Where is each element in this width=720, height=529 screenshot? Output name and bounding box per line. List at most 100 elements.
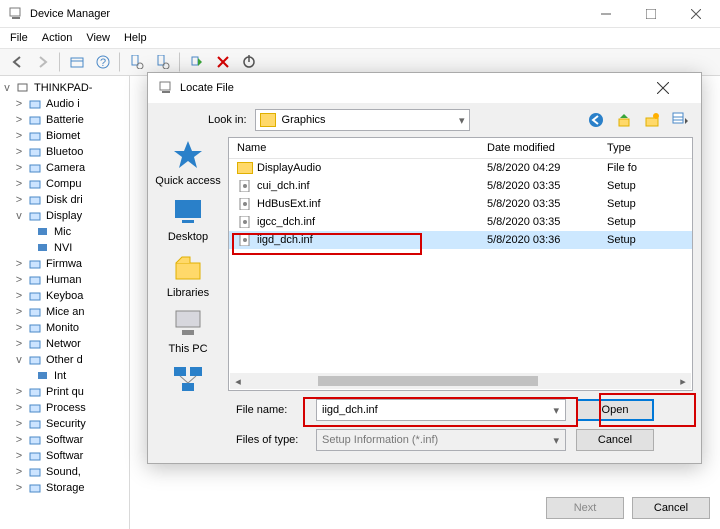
nav-up-icon[interactable] bbox=[615, 111, 633, 129]
tree-item[interactable]: >Softwar bbox=[2, 448, 127, 464]
toolbar-scan-button[interactable] bbox=[125, 50, 149, 74]
tree-item[interactable]: >Networ bbox=[2, 336, 127, 352]
file-row[interactable]: igcc_dch.inf5/8/2020 03:35Setup bbox=[229, 213, 692, 231]
place-libraries[interactable]: Libraries bbox=[167, 249, 209, 299]
menu-bar: File Action View Help bbox=[0, 28, 720, 48]
place-desktop[interactable]: Desktop bbox=[168, 193, 208, 243]
toolbar-update-button[interactable] bbox=[185, 50, 209, 74]
tree-item[interactable]: vOther d bbox=[2, 352, 127, 368]
file-name-field[interactable]: iigd_dch.inf ▾ bbox=[316, 399, 566, 421]
scroll-left-icon[interactable]: ◂ bbox=[230, 373, 246, 389]
file-icon bbox=[237, 180, 253, 192]
look-in-row: Look in: Graphics ▾ bbox=[148, 103, 701, 137]
place-network[interactable]: Network bbox=[168, 361, 208, 391]
desktop-icon bbox=[170, 193, 206, 229]
file-name-label: File name: bbox=[236, 404, 306, 416]
tree-item[interactable]: >Compu bbox=[2, 176, 127, 192]
tree-item[interactable]: >Bluetoo bbox=[2, 144, 127, 160]
scroll-right-icon[interactable]: ▸ bbox=[675, 373, 691, 389]
tree-item[interactable]: >Human bbox=[2, 272, 127, 288]
tree-item[interactable]: NVI bbox=[2, 240, 127, 256]
toolbar-forward-button[interactable] bbox=[31, 50, 55, 74]
toolbar-separator bbox=[179, 52, 181, 72]
menu-action[interactable]: Action bbox=[42, 32, 73, 44]
window-title: Device Manager bbox=[30, 8, 110, 20]
window-close-button[interactable] bbox=[673, 0, 718, 28]
folder-icon bbox=[260, 113, 276, 127]
look-in-dropdown[interactable]: Graphics ▾ bbox=[255, 109, 470, 131]
tree-item[interactable]: >Mice an bbox=[2, 304, 127, 320]
tree-item[interactable]: >Softwar bbox=[2, 432, 127, 448]
place-label: This PC bbox=[168, 343, 207, 355]
file-type-label: Files of type: bbox=[236, 434, 306, 446]
place-label: Desktop bbox=[168, 231, 208, 243]
wizard-button-bar: Next Cancel bbox=[546, 497, 710, 519]
horizontal-scrollbar[interactable]: ◂ ▸ bbox=[230, 373, 691, 389]
toolbar-back-button[interactable] bbox=[5, 50, 29, 74]
file-list[interactable]: DisplayAudio5/8/2020 04:29File focui_dch… bbox=[229, 159, 692, 249]
window-maximize-button[interactable] bbox=[628, 0, 673, 28]
header-name[interactable]: Name bbox=[229, 138, 479, 158]
libraries-icon bbox=[170, 249, 206, 285]
tree-item[interactable]: >Process bbox=[2, 400, 127, 416]
tree-root[interactable]: vTHINKPAD- bbox=[2, 80, 127, 96]
wizard-next-button[interactable]: Next bbox=[546, 497, 624, 519]
menu-help[interactable]: Help bbox=[124, 32, 147, 44]
nav-back-icon[interactable] bbox=[587, 111, 605, 129]
header-type[interactable]: Type bbox=[599, 138, 692, 158]
place-label: Libraries bbox=[167, 287, 209, 299]
dialog-close-button[interactable] bbox=[657, 82, 697, 94]
dialog-icon bbox=[158, 80, 174, 96]
tree-item[interactable]: >Biomet bbox=[2, 128, 127, 144]
toolbar-show-button[interactable] bbox=[65, 50, 89, 74]
quick-access-icon bbox=[170, 137, 206, 173]
place-quick-access[interactable]: Quick access bbox=[155, 137, 220, 187]
nav-views-icon[interactable] bbox=[671, 111, 689, 129]
device-manager-icon bbox=[8, 6, 24, 22]
dialog-titlebar: Locate File bbox=[148, 73, 701, 103]
device-tree[interactable]: vTHINKPAD->Audio i>Batterie>Biomet>Bluet… bbox=[0, 76, 130, 529]
window-minimize-button[interactable] bbox=[583, 0, 628, 28]
file-row[interactable]: DisplayAudio5/8/2020 04:29File fo bbox=[229, 159, 692, 177]
dialog-cancel-button[interactable]: Cancel bbox=[576, 429, 654, 451]
header-date[interactable]: Date modified bbox=[479, 138, 599, 158]
tree-item[interactable]: >Security bbox=[2, 416, 127, 432]
toolbar-disable-button[interactable] bbox=[237, 50, 261, 74]
file-type-field[interactable]: Setup Information (*.inf) ▾ bbox=[316, 429, 566, 451]
nav-newfolder-icon[interactable] bbox=[643, 111, 661, 129]
menu-file[interactable]: File bbox=[10, 32, 28, 44]
dialog-open-button[interactable]: Open bbox=[576, 399, 654, 421]
scroll-thumb[interactable] bbox=[318, 376, 538, 386]
toolbar-scan2-button[interactable] bbox=[151, 50, 175, 74]
tree-item[interactable]: >Sound, bbox=[2, 464, 127, 480]
tree-item[interactable]: >Print qu bbox=[2, 384, 127, 400]
file-row[interactable]: cui_dch.inf5/8/2020 03:35Setup bbox=[229, 177, 692, 195]
file-list-headers[interactable]: Name Date modified Type bbox=[229, 138, 692, 159]
tree-item[interactable]: >Camera bbox=[2, 160, 127, 176]
tree-item[interactable]: >Keyboa bbox=[2, 288, 127, 304]
tree-item[interactable]: >Audio i bbox=[2, 96, 127, 112]
menu-view[interactable]: View bbox=[86, 32, 110, 44]
tree-item[interactable]: >Batterie bbox=[2, 112, 127, 128]
toolbar-separator bbox=[59, 52, 61, 72]
tree-item[interactable]: >Monito bbox=[2, 320, 127, 336]
wizard-cancel-button[interactable]: Cancel bbox=[632, 497, 710, 519]
tree-item[interactable]: >Disk dri bbox=[2, 192, 127, 208]
chevron-down-icon: ▾ bbox=[553, 404, 559, 417]
folder-icon bbox=[237, 162, 253, 174]
toolbar-uninstall-button[interactable] bbox=[211, 50, 235, 74]
toolbar-help-button[interactable]: ? bbox=[91, 50, 115, 74]
look-in-label: Look in: bbox=[208, 114, 247, 126]
dialog-file-fields: File name: iigd_dch.inf ▾ Open Files of … bbox=[148, 391, 701, 463]
file-row[interactable]: HdBusExt.inf5/8/2020 03:35Setup bbox=[229, 195, 692, 213]
tree-item[interactable]: Mic bbox=[2, 224, 127, 240]
tree-item[interactable]: >Storage bbox=[2, 480, 127, 496]
tree-item[interactable]: vDisplay bbox=[2, 208, 127, 224]
file-row[interactable]: iigd_dch.inf5/8/2020 03:36Setup bbox=[229, 231, 692, 249]
tree-item[interactable]: >Firmwa bbox=[2, 256, 127, 272]
dialog-file-area[interactable]: Name Date modified Type DisplayAudio5/8/… bbox=[228, 137, 693, 391]
place-label: Quick access bbox=[155, 175, 220, 187]
place-this-pc[interactable]: This PC bbox=[168, 305, 207, 355]
tree-item[interactable]: Int bbox=[2, 368, 127, 384]
device-manager-titlebar: Device Manager bbox=[0, 0, 720, 28]
